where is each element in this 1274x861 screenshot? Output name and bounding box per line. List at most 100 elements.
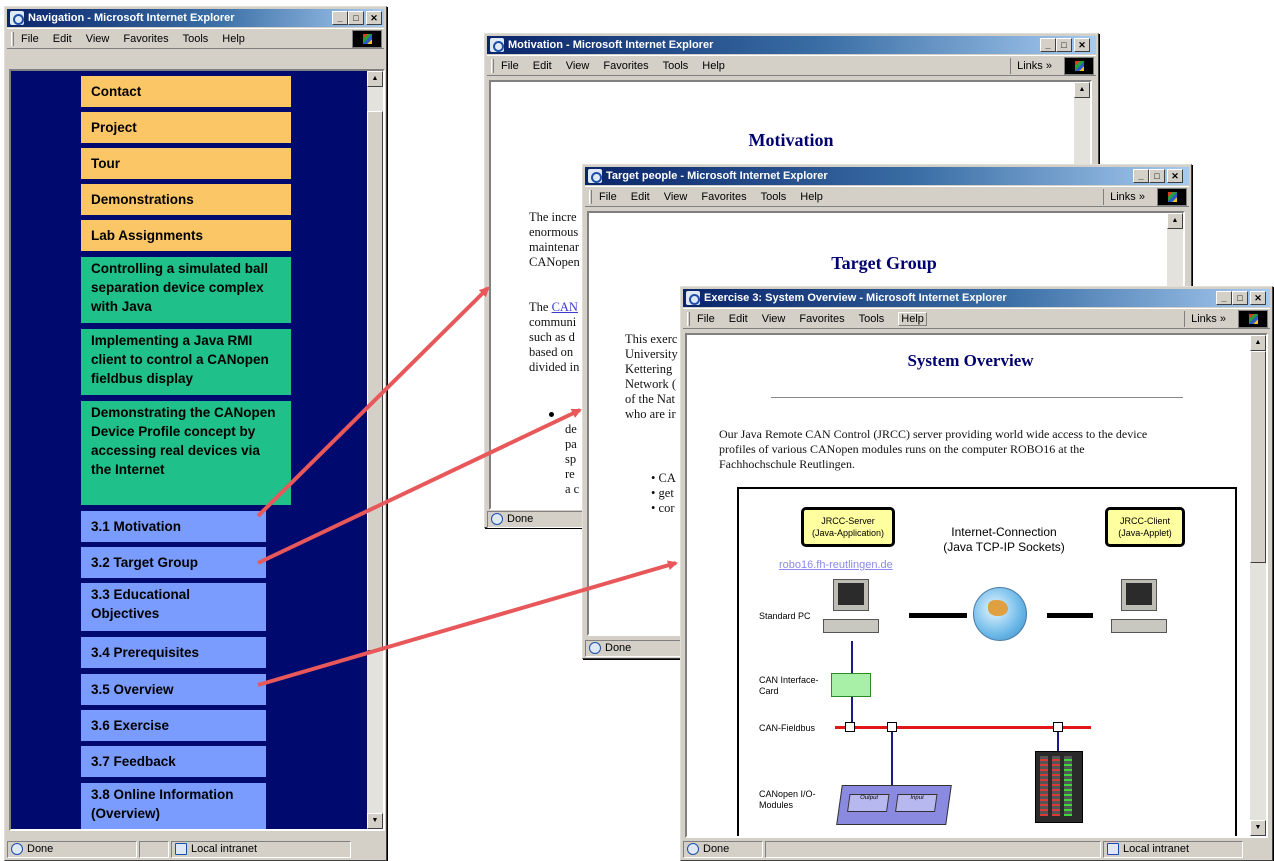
- nav-item-overview[interactable]: 3.5 Overview: [81, 674, 266, 705]
- menu-edit[interactable]: Edit: [533, 60, 552, 72]
- text-line: such as d: [529, 330, 575, 344]
- nav-item-motivation[interactable]: 3.1 Motivation: [81, 511, 266, 542]
- text-line: (Java-Applet): [1118, 528, 1172, 538]
- close-button[interactable]: ✕: [1074, 38, 1090, 52]
- text-line: Internet-Connection: [951, 525, 1057, 539]
- maximize-button[interactable]: □: [1149, 169, 1165, 183]
- links-toolbar[interactable]: Links »: [1010, 58, 1052, 74]
- menu-favorites[interactable]: Favorites: [123, 33, 168, 45]
- toolbar-grip[interactable]: [589, 190, 592, 204]
- menu-help[interactable]: Help: [898, 311, 927, 326]
- nav-item-target-group[interactable]: 3.2 Target Group: [81, 547, 266, 578]
- nav-item-device-profile[interactable]: Demonstrating the CANopen Device Profile…: [81, 401, 291, 505]
- text-line: pa: [565, 437, 577, 451]
- text-line: University: [625, 347, 678, 361]
- io-rack-icon: [1035, 751, 1083, 823]
- text-line: of the Nat: [625, 392, 675, 406]
- minimize-button[interactable]: _: [1133, 169, 1149, 183]
- navigation-scrollbar[interactable]: ▲ ▼: [367, 71, 383, 829]
- maximize-button[interactable]: □: [1056, 38, 1072, 52]
- text-line: Fachhochschule Reutlingen.: [719, 457, 855, 471]
- target-menubar: File Edit View Favorites Tools Help Link…: [585, 186, 1189, 207]
- close-button[interactable]: ✕: [1167, 169, 1183, 183]
- scroll-thumb[interactable]: [367, 111, 383, 651]
- menu-file[interactable]: File: [599, 191, 617, 203]
- menu-favorites[interactable]: Favorites: [603, 60, 648, 72]
- host-link[interactable]: robo16.fh-reutlingen.de: [779, 559, 893, 571]
- menu-file[interactable]: File: [697, 313, 715, 325]
- can-card-icon: [831, 673, 871, 697]
- overview-titlebar[interactable]: Exercise 3: System Overview - Microsoft …: [683, 289, 1270, 307]
- scroll-thumb[interactable]: [1250, 351, 1266, 563]
- system-diagram: JRCC-Server (Java-Application) JRCC-Clie…: [737, 487, 1237, 836]
- target-bullets: • CA • get • cor: [651, 471, 676, 515]
- nav-item-java-rmi[interactable]: Implementing a Java RMI client to contro…: [81, 329, 291, 395]
- links-toolbar[interactable]: Links »: [1103, 189, 1145, 205]
- menu-file[interactable]: File: [21, 33, 39, 45]
- menu-help[interactable]: Help: [702, 60, 725, 72]
- maximize-button[interactable]: □: [348, 11, 364, 25]
- nav-item-demonstrations[interactable]: Demonstrations: [81, 184, 291, 215]
- ie-icon: [10, 11, 24, 25]
- scroll-down-icon[interactable]: ▼: [367, 813, 383, 829]
- scroll-up-icon[interactable]: ▲: [1167, 213, 1183, 229]
- scroll-up-icon[interactable]: ▲: [1250, 335, 1266, 351]
- minimize-button[interactable]: _: [1040, 38, 1056, 52]
- menu-help[interactable]: Help: [222, 33, 245, 45]
- menu-edit[interactable]: Edit: [729, 313, 748, 325]
- toolbar-grip[interactable]: [491, 59, 494, 73]
- menu-tools[interactable]: Tools: [761, 191, 787, 203]
- scroll-up-icon[interactable]: ▲: [1074, 82, 1090, 98]
- server-pc-icon: [823, 579, 879, 641]
- menu-view[interactable]: View: [762, 313, 786, 325]
- menu-view[interactable]: View: [664, 191, 688, 203]
- toolbar-grip[interactable]: [687, 312, 690, 326]
- link-line-left: [909, 613, 967, 618]
- nav-item-exercise[interactable]: 3.6 Exercise: [81, 710, 266, 741]
- status-blank: [139, 840, 169, 858]
- nav-item-ball-separation[interactable]: Controlling a simulated ball separation …: [81, 257, 291, 323]
- nav-item-project[interactable]: Project: [81, 112, 291, 143]
- menu-view[interactable]: View: [86, 33, 110, 45]
- maximize-button[interactable]: □: [1232, 291, 1248, 305]
- menu-view[interactable]: View: [566, 60, 590, 72]
- menu-help[interactable]: Help: [800, 191, 823, 203]
- text-line: communi: [529, 315, 577, 329]
- motivation-titlebar[interactable]: Motivation - Microsoft Internet Explorer: [487, 36, 1096, 54]
- nav-item-online-information[interactable]: 3.8 Online Information (Overview): [81, 783, 266, 829]
- output-module-label: Output: [847, 794, 890, 812]
- scroll-up-icon[interactable]: ▲: [367, 71, 383, 87]
- text-line: CANopen: [529, 255, 580, 269]
- text-line: This exerc: [625, 332, 678, 346]
- menu-favorites[interactable]: Favorites: [799, 313, 844, 325]
- links-toolbar[interactable]: Links »: [1184, 311, 1226, 327]
- close-button[interactable]: ✕: [1250, 291, 1266, 305]
- text-line: CA: [658, 471, 676, 485]
- card-to-bus-line: [851, 697, 853, 723]
- nav-item-tour[interactable]: Tour: [81, 148, 291, 179]
- target-title: Target people - Microsoft Internet Explo…: [606, 170, 828, 182]
- nav-item-educational-objectives[interactable]: 3.3 Educational Objectives: [81, 583, 266, 631]
- nav-item-prerequisites[interactable]: 3.4 Prerequisites: [81, 637, 266, 668]
- nav-item-contact[interactable]: Contact: [81, 76, 291, 107]
- menu-edit[interactable]: Edit: [631, 191, 650, 203]
- menu-edit[interactable]: Edit: [53, 33, 72, 45]
- menu-file[interactable]: File: [501, 60, 519, 72]
- close-button[interactable]: ✕: [366, 11, 382, 25]
- scroll-down-icon[interactable]: ▼: [1250, 820, 1266, 836]
- target-titlebar[interactable]: Target people - Microsoft Internet Explo…: [585, 167, 1189, 185]
- nav-item-lab-assignments[interactable]: Lab Assignments: [81, 220, 291, 251]
- overview-scrollbar[interactable]: ▲ ▼: [1250, 335, 1266, 836]
- can-link[interactable]: CAN: [552, 300, 578, 314]
- minimize-button[interactable]: _: [332, 11, 348, 25]
- nav-item-feedback[interactable]: 3.7 Feedback: [81, 746, 266, 777]
- status-zone: Local intranet: [171, 840, 351, 858]
- toolbar-grip[interactable]: [11, 32, 14, 46]
- menu-tools[interactable]: Tools: [859, 313, 885, 325]
- menu-tools[interactable]: Tools: [663, 60, 689, 72]
- text-line: maintenar: [529, 240, 579, 254]
- menu-tools[interactable]: Tools: [183, 33, 209, 45]
- menu-favorites[interactable]: Favorites: [701, 191, 746, 203]
- navigation-titlebar[interactable]: Navigation - Microsoft Internet Explorer: [7, 9, 384, 27]
- minimize-button[interactable]: _: [1216, 291, 1232, 305]
